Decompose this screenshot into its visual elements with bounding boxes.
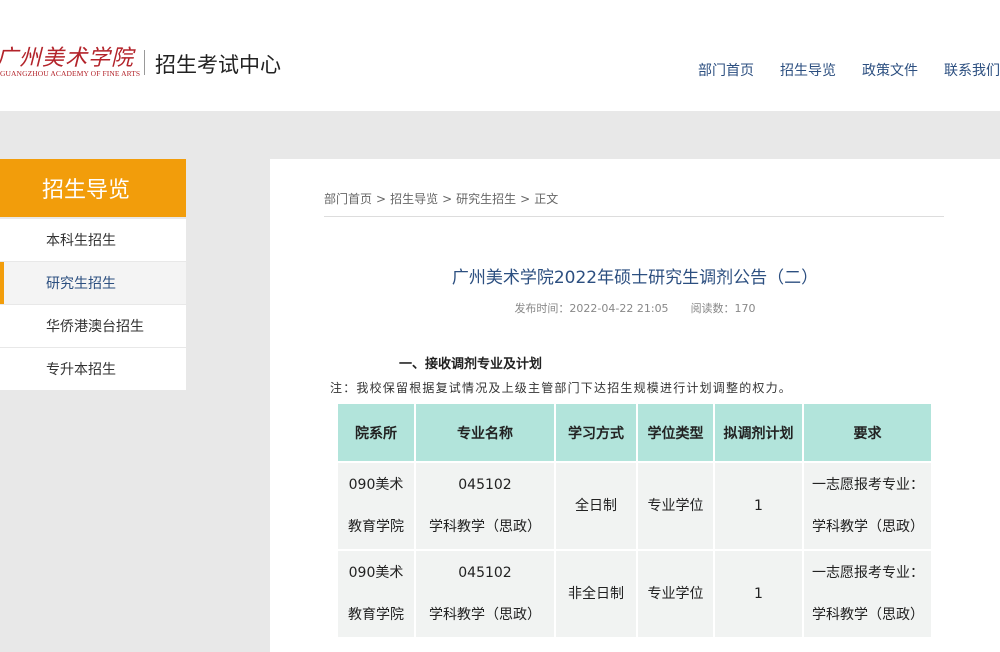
sidebar-item-overseas-hk-macao-taiwan[interactable]: 华侨港澳台招生 bbox=[0, 305, 186, 347]
cell-study-mode: 全日制 bbox=[556, 463, 636, 549]
sidebar-item-upgrade-to-bachelor[interactable]: 专升本招生 bbox=[0, 348, 186, 390]
site-title: 招生考试中心 bbox=[155, 53, 281, 77]
cell-degree-type: 专业学位 bbox=[638, 551, 713, 637]
article-title: 广州美术学院2022年硕士研究生调剂公告（二） bbox=[451, 268, 819, 288]
table-row: 090美术 教育学院 045102 学科教学（思政） 全日制 专业学位 1 一志愿报… bbox=[338, 463, 931, 549]
cell-department: 090美术 教育学院 bbox=[338, 463, 414, 549]
nav-contact-us[interactable]: 联系我们 bbox=[944, 60, 1000, 80]
cell-plan-count: 1 bbox=[715, 551, 802, 637]
sidebar-item-graduate[interactable]: 研究生招生 bbox=[0, 262, 186, 304]
academy-logo[interactable]: 广州美术学院 GUANGZHOU ACADEMY OF FINE ARTS bbox=[0, 40, 142, 82]
nav-home[interactable]: 部门首页 bbox=[698, 60, 754, 80]
nav-admissions-guide[interactable]: 招生导览 bbox=[780, 60, 836, 80]
site-header: 广州美术学院 GUANGZHOU ACADEMY OF FINE ARTS 招生… bbox=[0, 0, 1000, 111]
cell-major: 045102 学科教学（思政） bbox=[416, 463, 554, 549]
sidebar-menu: 本科生招生 研究生招生 华侨港澳台招生 专升本招生 bbox=[0, 219, 186, 391]
adjustment-plan-table: 院系所 专业名称 学习方式 学位类型 拟调剂计划 要求 090美术 教育学院 04… bbox=[336, 402, 933, 639]
section-heading: 一、接收调剂专业及计划 bbox=[399, 357, 543, 372]
logo-english-name: GUANGZHOU ACADEMY OF FINE ARTS bbox=[0, 69, 141, 78]
cell-requirement: 一志愿报考专业： 学科教学（思政） bbox=[804, 551, 931, 637]
cell-plan-count: 1 bbox=[715, 463, 802, 549]
top-nav: 部门首页 招生导览 政策文件 联系我们 bbox=[672, 60, 1000, 80]
col-header-department: 院系所 bbox=[338, 404, 414, 461]
cell-major: 045102 学科教学（思政） bbox=[416, 551, 554, 637]
breadcrumb-separator: > bbox=[520, 192, 531, 206]
col-header-major: 专业名称 bbox=[416, 404, 554, 461]
table-row: 090美术 教育学院 045102 学科教学（思政） 非全日制 专业学位 1 一志愿… bbox=[338, 551, 931, 637]
col-header-plan-count: 拟调剂计划 bbox=[715, 404, 802, 461]
breadcrumb-admissions-guide[interactable]: 招生导览 bbox=[390, 192, 438, 206]
cell-study-mode: 非全日制 bbox=[556, 551, 636, 637]
cell-department: 090美术 教育学院 bbox=[338, 551, 414, 637]
col-header-requirement: 要求 bbox=[804, 404, 931, 461]
breadcrumb-home[interactable]: 部门首页 bbox=[324, 192, 372, 206]
breadcrumb-separator: > bbox=[442, 192, 453, 206]
logo-chinese-name: 广州美术学院 bbox=[0, 46, 135, 71]
sidebar-title: 招生导览 bbox=[0, 159, 186, 217]
main-content: 部门首页 > 招生导览 > 研究生招生 > 正文 广州美术学院2022年硕士研究生调剂公告（… bbox=[270, 159, 1000, 652]
breadcrumb-separator: > bbox=[376, 192, 387, 206]
logo-divider bbox=[144, 50, 145, 75]
adjustment-note: 注：我校保留根据复试情况及上级主管部门下达招生规模进行计划调整的权力。 bbox=[330, 381, 793, 395]
breadcrumb-divider bbox=[324, 216, 944, 217]
col-header-study-mode: 学习方式 bbox=[556, 404, 636, 461]
breadcrumb: 部门首页 > 招生导览 > 研究生招生 > 正文 bbox=[324, 190, 558, 207]
sidebar-item-undergraduate[interactable]: 本科生招生 bbox=[0, 219, 186, 261]
publish-time: 发布时间：2022-04-22 21:05 bbox=[514, 302, 669, 315]
col-header-degree-type: 学位类型 bbox=[638, 404, 713, 461]
nav-policy-documents[interactable]: 政策文件 bbox=[862, 60, 918, 80]
breadcrumb-current: 正文 bbox=[534, 192, 559, 206]
breadcrumb-graduate[interactable]: 研究生招生 bbox=[456, 192, 516, 206]
cell-degree-type: 专业学位 bbox=[638, 463, 713, 549]
article-meta: 发布时间：2022-04-22 21:05 阅读数：170 bbox=[270, 300, 1000, 316]
table-header-row: 院系所 专业名称 学习方式 学位类型 拟调剂计划 要求 bbox=[338, 404, 931, 461]
cell-requirement: 一志愿报考专业： 学科教学（思政） bbox=[804, 463, 931, 549]
read-count: 阅读数：170 bbox=[690, 302, 756, 315]
